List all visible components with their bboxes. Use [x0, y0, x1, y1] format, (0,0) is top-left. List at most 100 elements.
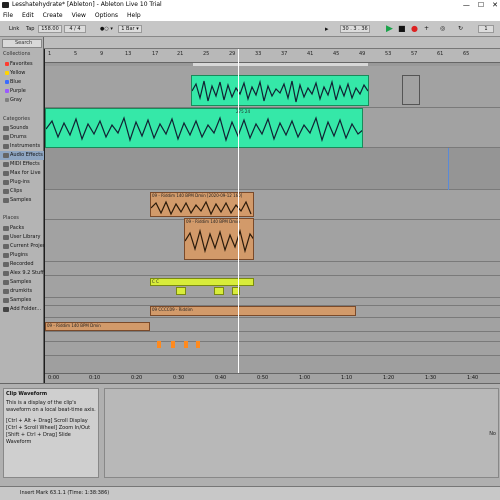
category-audio-effects[interactable]: Audio Effects	[10, 152, 44, 158]
close-icon[interactable]: ✕	[492, 0, 498, 10]
ruler-tick: 13	[125, 51, 132, 57]
plugins-icon	[3, 180, 9, 185]
midi-clip-yellow-2[interactable]	[176, 287, 186, 295]
menu-file[interactable]: File	[3, 10, 13, 21]
search-input[interactable]: Search	[2, 39, 42, 48]
folder-icon	[3, 271, 9, 276]
time-tick: 1:30	[425, 375, 437, 381]
menu-edit[interactable]: Edit	[22, 10, 34, 21]
window-controls: — ☐ ✕	[463, 0, 498, 10]
midi-clip-yellow-3[interactable]	[214, 287, 224, 295]
info-hint: [Ctrl + Scroll Wheel] Zoom In/Out	[6, 425, 91, 431]
place-packs[interactable]: Packs	[10, 225, 44, 231]
ruler-tick: 25	[203, 51, 210, 57]
clip-label: 09 - Riddim 140 BPM Dmin	[186, 219, 240, 224]
collection-blue[interactable]: Blue	[10, 79, 44, 85]
audio-clip-riddim-2[interactable]: 09 - Riddim 140 BPM Dmin	[184, 218, 254, 260]
playhead[interactable]	[238, 49, 239, 373]
audio-clip-green-1[interactable]	[191, 75, 369, 106]
transport-bar: Link Tap 158.00 4 / 4 ●○ ▾ 1 Bar ▾ ▸ 30 …	[0, 21, 500, 37]
metronome-button[interactable]: ●○ ▾	[100, 21, 113, 37]
loop-length-field[interactable]: 1	[478, 25, 494, 33]
category-drums[interactable]: Drums	[10, 134, 44, 140]
follow-icon[interactable]: ▸	[325, 21, 329, 37]
ruler-tick: 37	[281, 51, 288, 57]
track-lane-6[interactable]	[45, 262, 500, 276]
overdub-icon[interactable]: +	[424, 21, 429, 37]
audio-clip-cccc-row[interactable]: 09 CCCC09 - Riddim	[150, 306, 356, 316]
track-lane-4[interactable]	[45, 190, 500, 220]
midi-clip-orange-4[interactable]	[196, 341, 200, 348]
category-midi-effects[interactable]: MIDI Effects	[10, 161, 44, 167]
yellow-color-icon	[5, 71, 9, 75]
menu-create[interactable]: Create	[43, 10, 63, 21]
category-max-for-live[interactable]: Max for Live	[10, 170, 44, 176]
ruler-tick: 49	[359, 51, 366, 57]
time-tick: 1:00	[299, 375, 311, 381]
midi-clip-orange-1[interactable]	[157, 341, 161, 348]
minimize-icon[interactable]: —	[463, 0, 470, 10]
track-lane-5[interactable]	[45, 220, 500, 262]
place-samples[interactable]: Samples	[10, 279, 44, 285]
category-sounds[interactable]: Sounds	[10, 125, 44, 131]
window-title-bar: Lesshatehydrate* [Ableton] - Ableton Liv…	[0, 0, 500, 10]
automation-arm-icon[interactable]: ◎	[440, 21, 445, 37]
time-tick: 1:10	[341, 375, 353, 381]
audio-clip-riddim-3[interactable]: 09 - Riddim 140 BPM Dmin	[45, 322, 150, 331]
place-current-project[interactable]: Current Project	[10, 243, 44, 249]
instruments-icon	[3, 144, 9, 149]
time-signature-field[interactable]: 4 / 4	[64, 25, 86, 33]
link-button[interactable]: Link	[9, 21, 19, 37]
menu-view[interactable]: View	[72, 10, 86, 21]
tap-button[interactable]: Tap	[26, 21, 34, 37]
collection-favorites[interactable]: Favorites	[10, 61, 44, 67]
place-user-library[interactable]: User Library	[10, 234, 44, 240]
gray-color-icon	[5, 98, 9, 102]
loop-switch-icon[interactable]: ↻	[458, 21, 463, 37]
record-icon[interactable]: ●	[411, 21, 418, 37]
arrangement-position-field[interactable]: 30 . 3 . 36	[340, 25, 370, 33]
category-clips[interactable]: Clips	[10, 188, 44, 194]
category-samples[interactable]: Samples	[10, 197, 44, 203]
maximize-icon[interactable]: ☐	[478, 0, 484, 10]
track-lane-7[interactable]	[45, 276, 500, 298]
place-alex-stuff[interactable]: Alex 9.2 Stuff	[10, 270, 44, 276]
stop-icon[interactable]: ■	[398, 21, 406, 37]
arrangement-overview[interactable]	[0, 37, 500, 49]
track-lane-8[interactable]	[45, 298, 500, 306]
quantize-menu[interactable]: 1 Bar ▾	[118, 25, 142, 33]
menu-options[interactable]: Options	[95, 10, 118, 21]
track-lane-3[interactable]	[45, 148, 500, 190]
collection-purple[interactable]: Purple	[10, 88, 44, 94]
ableton-logo-icon	[2, 2, 9, 8]
collection-gray[interactable]: Gray	[10, 97, 44, 103]
info-hint: [Ctrl + Alt + Drag] Scroll Display	[6, 418, 88, 424]
menu-help[interactable]: Help	[127, 10, 141, 21]
track-lane-11[interactable]	[45, 332, 500, 342]
midi-clip-orange-2[interactable]	[171, 341, 175, 348]
add-folder-button[interactable]: Add Folder...	[10, 306, 44, 312]
category-plugins[interactable]: Plug-ins	[10, 179, 44, 185]
place-recorded[interactable]: Recorded	[10, 261, 44, 267]
play-icon[interactable]: ▶	[386, 21, 393, 37]
tempo-field[interactable]: 158.00	[38, 25, 62, 33]
favorites-color-icon	[5, 62, 9, 66]
time-ruler[interactable]: 0:00 0:10 0:20 0:30 0:40 0:50 1:00 1:10 …	[45, 373, 500, 383]
category-instruments[interactable]: Instruments	[10, 143, 44, 149]
places-heading: Places	[3, 215, 19, 221]
clip-label: C C	[152, 279, 159, 284]
clip-waveform	[192, 79, 368, 103]
place-plugins[interactable]: Plugins	[10, 252, 44, 258]
collections-heading: Collections	[3, 51, 31, 57]
ruler-tick: 21	[177, 51, 184, 57]
empty-clip-slot[interactable]	[402, 75, 420, 105]
detail-view[interactable]: No	[104, 388, 499, 478]
place-samples-2[interactable]: Samples	[10, 297, 44, 303]
ruler-tick: 61	[437, 51, 444, 57]
track-lane-12[interactable]	[45, 342, 500, 356]
collection-yellow[interactable]: Yellow	[10, 70, 44, 76]
midi-clip-orange-3[interactable]	[184, 341, 188, 348]
place-drumkits[interactable]: drumkits	[10, 288, 44, 294]
beat-time-ruler[interactable]: 1 5 9 13 17 21 25 29 33 37 41 45 49 53 5…	[45, 49, 500, 63]
audio-clip-green-2[interactable]: 275 24	[45, 108, 363, 148]
